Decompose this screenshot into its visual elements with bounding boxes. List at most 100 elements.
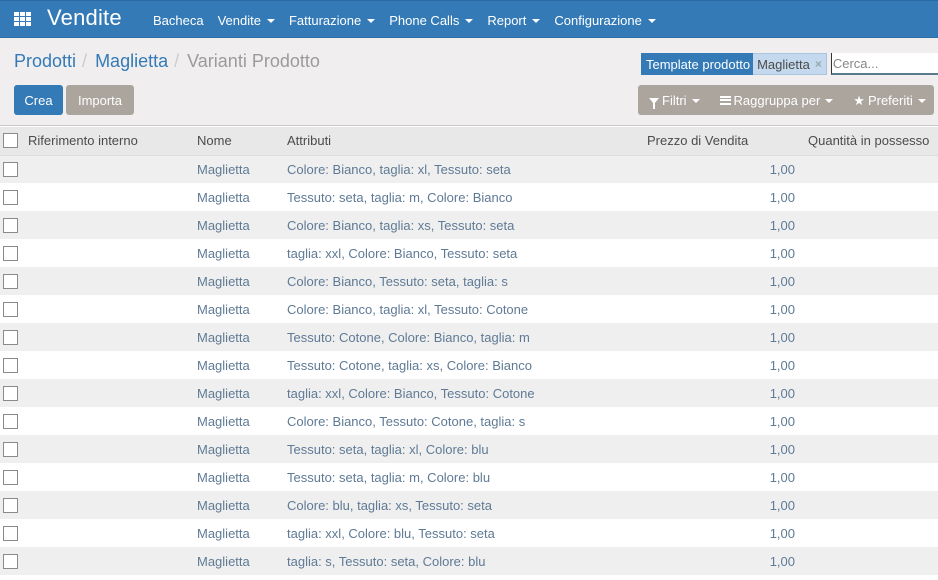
caret-down-icon — [917, 99, 926, 103]
cell-attributes: Colore: blu, taglia: xs, Tessuto: seta — [287, 497, 492, 513]
cell-name[interactable]: Maglietta — [197, 491, 287, 519]
cell-sale-price: 1,00 — [769, 329, 795, 345]
filters-label: Filtri — [662, 92, 687, 108]
menu-item-phone-calls[interactable]: Phone Calls — [382, 13, 480, 28]
cell-name[interactable]: Maglietta — [197, 323, 287, 351]
row-checkbox[interactable] — [3, 553, 18, 569]
table-row[interactable]: Maglietta Tessuto: Cotone, Colore: Bianco… — [0, 323, 938, 351]
table-row[interactable]: Maglietta Colore: blu, taglia: xs, Tessut… — [0, 491, 938, 519]
cell-internal-ref — [28, 379, 197, 407]
row-checkbox[interactable] — [3, 301, 18, 317]
cell-sale-price: 1,00 — [769, 245, 795, 261]
cell-name[interactable]: Maglietta — [197, 379, 287, 407]
cell-qty-on-hand — [795, 323, 938, 351]
cell-attributes: Tessuto: seta, taglia: m, Colore: Bianco — [287, 189, 513, 205]
menu-item-fatturazione[interactable]: Fatturazione — [282, 13, 382, 28]
row-checkbox[interactable] — [3, 217, 18, 233]
import-button[interactable]: Importa — [66, 85, 134, 115]
cell-sale-price: 1,00 — [769, 161, 795, 177]
table-row[interactable]: Maglietta taglia: xxl, Colore: Bianco, Te… — [0, 379, 938, 407]
column-header-attributes[interactable]: Attributi — [287, 127, 642, 156]
row-checkbox[interactable] — [3, 273, 18, 289]
row-checkbox[interactable] — [3, 497, 18, 513]
cell-name[interactable]: Maglietta — [197, 183, 287, 211]
cell-qty-on-hand — [795, 491, 938, 519]
row-select-cell — [0, 463, 28, 491]
row-checkbox[interactable] — [3, 161, 18, 177]
cell-attributes: Tessuto: Cotone, taglia: xs, Colore: Bia… — [287, 357, 532, 373]
table-row[interactable]: Maglietta taglia: xxl, Colore: blu, Tessu… — [0, 519, 938, 547]
cell-internal-ref — [28, 183, 197, 211]
search-facet-label: Template prodotto — [641, 53, 754, 75]
filters-dropdown[interactable]: Filtri — [649, 92, 700, 109]
bars-icon — [719, 95, 731, 105]
table-row[interactable]: Maglietta Tessuto: seta, taglia: xl, Colo… — [0, 435, 938, 463]
menu-item-vendite[interactable]: Vendite — [211, 13, 282, 28]
cell-name[interactable]: Maglietta — [197, 267, 287, 295]
table-row[interactable]: Maglietta Colore: Bianco, taglia: xs, Tes… — [0, 211, 938, 239]
row-checkbox[interactable] — [3, 357, 18, 373]
apps-grid-icon[interactable] — [14, 12, 31, 26]
cell-sale-price: 1,00 — [769, 441, 795, 457]
row-select-cell — [0, 295, 28, 323]
close-icon[interactable]: × — [815, 57, 822, 71]
search-options-bar: Filtri Raggruppa per ★ Preferiti — [638, 85, 934, 115]
filter-icon — [649, 98, 659, 109]
cell-attributes: Colore: Bianco, Tessuto: Cotone, taglia:… — [287, 413, 526, 429]
row-checkbox[interactable] — [3, 469, 18, 485]
cell-name[interactable]: Maglietta — [197, 519, 287, 547]
row-checkbox[interactable] — [3, 413, 18, 429]
breadcrumb-maglietta[interactable]: Maglietta — [95, 51, 168, 72]
cell-name[interactable]: Maglietta — [197, 295, 287, 323]
table-row[interactable]: Maglietta taglia: xxl, Colore: Bianco, Te… — [0, 239, 938, 267]
group-by-dropdown[interactable]: Raggruppa per — [719, 93, 834, 108]
menu-item-bacheca[interactable]: Bacheca — [146, 13, 211, 28]
row-select-cell — [0, 547, 28, 575]
table-row[interactable]: Maglietta Colore: Bianco, taglia: xl, Tes… — [0, 155, 938, 183]
select-all-checkbox[interactable] — [3, 133, 18, 149]
cell-name[interactable]: Maglietta — [197, 351, 287, 379]
row-checkbox[interactable] — [3, 441, 18, 457]
row-checkbox[interactable] — [3, 385, 18, 401]
row-select-cell — [0, 351, 28, 379]
column-header-internal-ref[interactable]: Riferimento interno — [28, 127, 197, 156]
cell-attributes: taglia: s, Tessuto: seta, Colore: blu — [287, 553, 486, 569]
caret-down-icon — [532, 19, 541, 23]
row-checkbox[interactable] — [3, 245, 18, 261]
cell-qty-on-hand — [795, 407, 938, 435]
cell-name[interactable]: Maglietta — [197, 155, 287, 183]
column-header-name[interactable]: Nome — [197, 127, 287, 156]
table-row[interactable]: Maglietta Colore: Bianco, taglia: xl, Tes… — [0, 295, 938, 323]
table-row[interactable]: Maglietta Tessuto: seta, taglia: m, Color… — [0, 183, 938, 211]
create-button[interactable]: Crea — [14, 85, 63, 115]
cell-name[interactable]: Maglietta — [197, 239, 287, 267]
table-row[interactable]: Maglietta Colore: Bianco, Tessuto: Cotone… — [0, 407, 938, 435]
cell-name[interactable]: Maglietta — [197, 547, 287, 575]
cell-sale-price: 1,00 — [769, 273, 795, 289]
menu-item-configurazione[interactable]: Configurazione — [547, 13, 662, 28]
column-header-sale-price[interactable]: Prezzo di Vendita — [642, 127, 795, 156]
table-row[interactable]: Maglietta Tessuto: Cotone, taglia: xs, Co… — [0, 351, 938, 379]
breadcrumb: Prodotti / Maglietta / Varianti Prodotto — [14, 51, 320, 72]
cell-attributes: Colore: Bianco, Tessuto: seta, taglia: s — [287, 273, 508, 289]
row-checkbox[interactable] — [3, 329, 18, 345]
table-row[interactable]: Maglietta Colore: Bianco, Tessuto: seta, … — [0, 267, 938, 295]
cell-name[interactable]: Maglietta — [197, 435, 287, 463]
menu-item-report[interactable]: Report — [480, 13, 547, 28]
row-checkbox[interactable] — [3, 189, 18, 205]
table-row[interactable]: Maglietta taglia: s, Tessuto: seta, Color… — [0, 547, 938, 575]
search-input[interactable] — [830, 53, 938, 75]
breadcrumb-prodotti[interactable]: Prodotti — [14, 51, 76, 72]
cell-name[interactable]: Maglietta — [197, 407, 287, 435]
favorites-dropdown[interactable]: ★ Preferiti — [853, 93, 926, 108]
column-header-qty-on-hand[interactable]: Quantità in possesso — [795, 127, 938, 156]
table-row[interactable]: Maglietta Tessuto: seta, taglia: m, Color… — [0, 463, 938, 491]
cell-sale-price: 1,00 — [769, 189, 795, 205]
cell-name[interactable]: Maglietta — [197, 211, 287, 239]
cell-attributes: taglia: xxl, Colore: blu, Tessuto: seta — [287, 525, 495, 541]
row-checkbox[interactable] — [3, 525, 18, 541]
cell-internal-ref — [28, 463, 197, 491]
cell-attributes: Colore: Bianco, taglia: xl, Tessuto: set… — [287, 161, 511, 177]
cell-name[interactable]: Maglietta — [197, 463, 287, 491]
cell-sale-price: 1,00 — [769, 217, 795, 233]
